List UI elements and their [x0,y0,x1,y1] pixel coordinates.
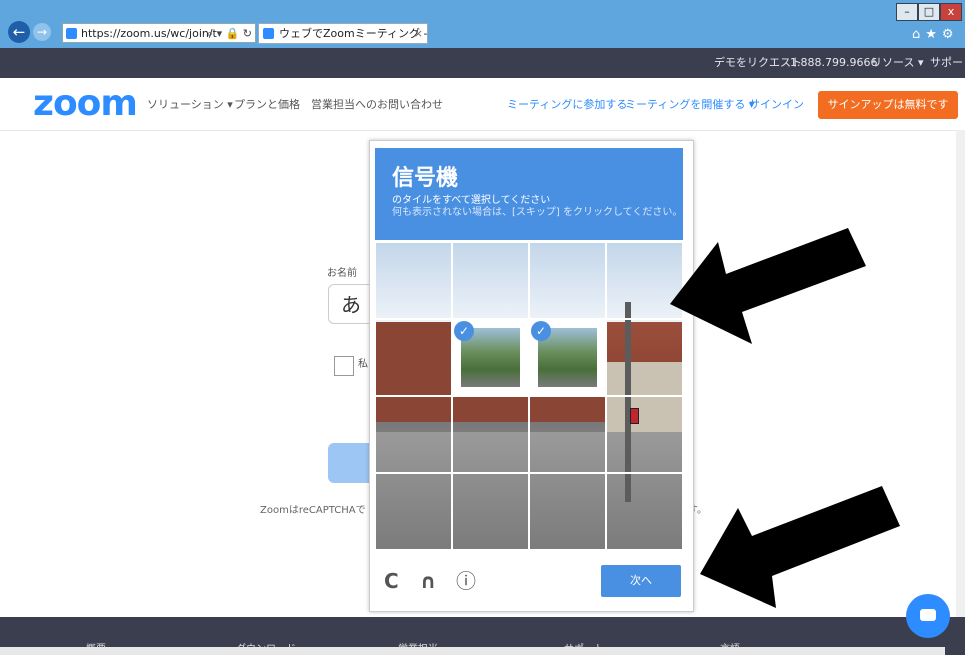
name-label: お名前 [327,268,357,279]
back-arrow-icon[interactable]: ← [8,21,30,43]
check-icon: ✓ [454,321,474,341]
tile-14[interactable] [452,473,529,550]
tile-11[interactable] [529,396,606,473]
tile-3[interactable] [529,242,606,319]
tile-16[interactable] [606,473,683,550]
join-button[interactable] [328,443,373,483]
consent-checkbox[interactable] [334,356,354,376]
recaptcha-hint: 何も表示されない場合は、[スキップ] をクリックしてください。 [392,207,683,218]
minimize-button[interactable]: – [896,3,918,21]
nav-join-meeting[interactable]: ミーティングに参加する [507,97,627,113]
address-url: https://zoom.us/wc/join/t [81,27,217,40]
nav-solutions[interactable]: ソリューション ▾ [147,97,233,113]
window-controls: – □ x [896,3,962,21]
address-bar[interactable]: https://zoom.us/wc/join/t ⌕ ▾ 🔒 ↻ [62,23,256,43]
tab-title: ウェブでZoomミーティング - Z... [279,27,428,40]
recaptcha-target: 信号機 [392,166,459,191]
signup-button[interactable]: サインアップは無料です [818,91,958,119]
tile-15[interactable] [529,473,606,550]
tile-13[interactable] [375,473,452,550]
zoom-top-bar: デモをリクエスト 1.888.799.9666 リソース ▾ サポート [0,48,965,99]
phone-number[interactable]: 1.888.799.9666 [790,48,877,78]
reload-icon[interactable]: C [384,570,399,592]
resources-menu[interactable]: リソース ▾ [871,48,923,78]
chat-icon[interactable] [906,594,950,638]
audio-headphones-icon[interactable]: ∩ [420,570,436,592]
recaptcha-instruction: のタイルをすべて選択してください [392,195,551,206]
annotation-arrow-icon [670,228,866,344]
nav-host-meeting[interactable]: ミーティングを開催する ▾ [625,97,754,113]
horizontal-scrollbar[interactable] [0,647,945,655]
check-icon: ✓ [531,321,551,341]
recaptcha-image-grid: ✓ ✓ [375,242,683,550]
zoom-favicon-icon [66,28,77,39]
recaptcha-header [375,148,683,240]
tile-2[interactable] [452,242,529,319]
consent-label: 私 [358,359,368,370]
close-window-button[interactable]: x [940,3,962,21]
tile-10[interactable] [452,396,529,473]
tile-9[interactable] [375,396,452,473]
request-demo-link[interactable]: デモをリクエスト [714,48,802,78]
tab-favicon-icon [263,28,274,39]
next-button[interactable]: 次へ [601,565,681,597]
tile-12[interactable] [606,396,683,473]
nav-plans[interactable]: プランと価格 [234,97,300,113]
browser-tab[interactable]: ウェブでZoomミーティング - Z... × [258,23,428,44]
home-star-gear-icon[interactable]: ⌂★⚙ [912,27,959,42]
info-icon[interactable]: ⓘ [456,570,476,592]
zoom-logo[interactable]: zoom [33,86,138,122]
maximize-button[interactable]: □ [918,3,940,21]
recaptcha-note: ZoomはreCAPTCHAで [260,505,366,516]
tab-close-icon[interactable]: × [414,24,423,43]
tile-1[interactable] [375,242,452,319]
address-tools-icon[interactable]: ⌕ ▾ 🔒 ↻ [207,24,252,42]
nav-sign-in[interactable]: サインイン [749,97,804,113]
annotation-arrow-icon [700,486,900,608]
nav-contact-sales[interactable]: 営業担当へのお問い合わせ [311,97,443,113]
tile-5[interactable] [375,319,452,396]
vertical-scrollbar[interactable] [956,130,965,617]
forward-arrow-icon[interactable]: → [33,23,51,41]
